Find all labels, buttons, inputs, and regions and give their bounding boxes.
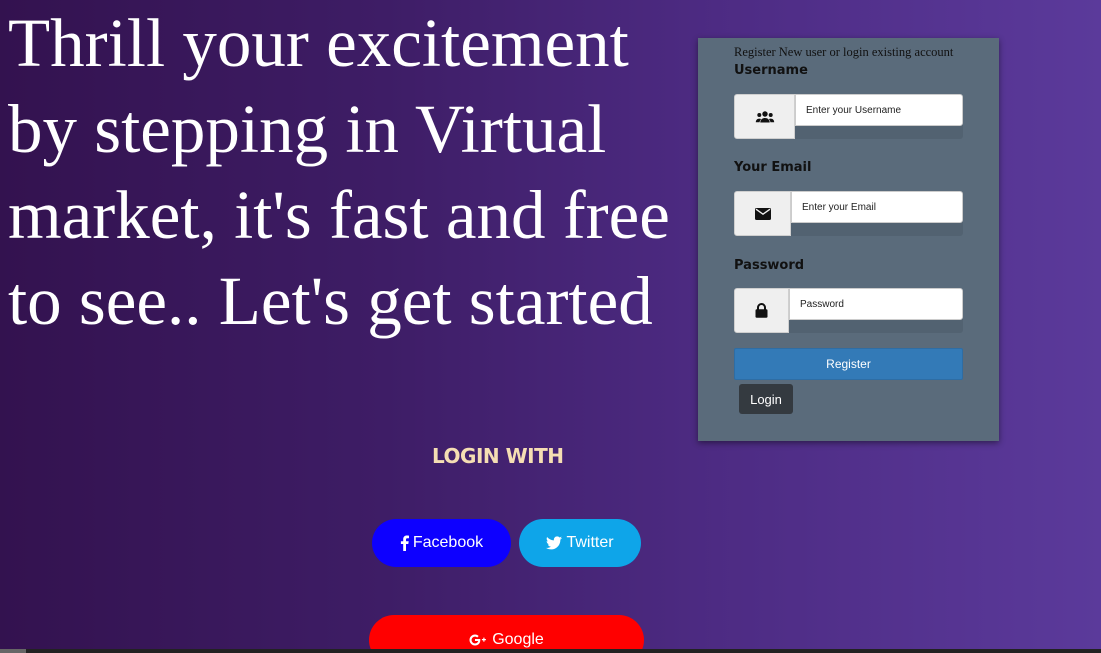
google-plus-icon [469,634,488,646]
username-label: Username [734,63,808,78]
facebook-login-button[interactable]: Facebook [372,519,511,567]
twitter-login-label: Twitter [566,534,614,551]
login-button[interactable]: Login [739,384,793,414]
hero-headline: Thrill your excitement by stepping in Vi… [8,5,670,339]
email-input[interactable] [791,191,963,223]
password-input[interactable] [789,288,963,320]
register-login-panel: Register New user or login existing acco… [698,38,999,441]
facebook-login-label: Facebook [412,534,484,551]
google-login-label: Google [492,631,544,648]
facebook-icon [400,535,409,551]
lock-icon [734,288,789,333]
twitter-icon [546,536,563,550]
register-button[interactable]: Register [734,348,963,380]
scrollbar-thumb[interactable] [0,649,26,653]
users-icon [734,94,795,139]
password-label: Password [734,258,805,273]
horizontal-scrollbar[interactable] [0,649,1101,653]
panel-header: Register New user or login existing acco… [734,45,954,59]
username-input-group [734,94,963,139]
twitter-login-button[interactable]: Twitter [519,519,641,567]
email-input-group [734,191,963,236]
password-input-group [734,288,963,333]
username-input[interactable] [795,94,963,126]
google-login-button[interactable]: Google [369,615,644,653]
email-label: Your Email [734,160,812,175]
login-with-heading: LOGIN WITH [432,444,564,468]
envelope-icon [734,191,791,236]
